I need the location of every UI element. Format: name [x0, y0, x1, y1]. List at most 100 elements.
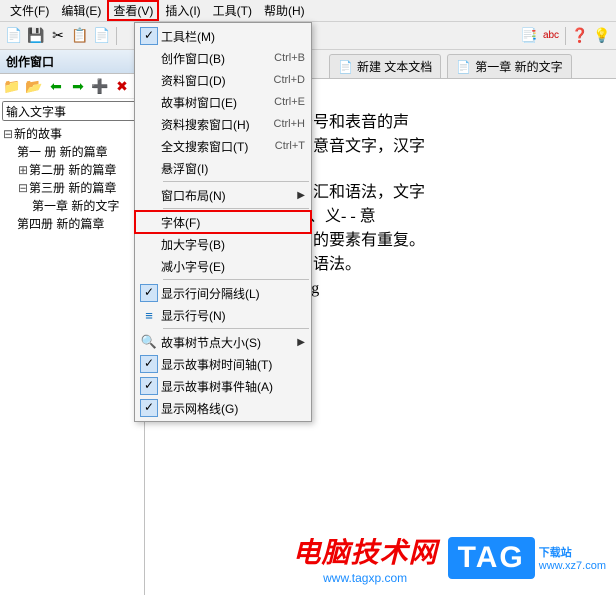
- delete-icon[interactable]: ✖: [112, 76, 132, 96]
- search-input-wrap: [2, 101, 142, 121]
- tree-node[interactable]: ⊞ 第二册 新的篇章: [2, 161, 142, 179]
- menu-label: 故事树窗口(E): [161, 94, 266, 111]
- menu-item-material-search[interactable]: 资料搜索窗口(H) Ctrl+H: [135, 113, 311, 135]
- abc-check-icon[interactable]: abc: [541, 26, 561, 46]
- story-tree: ⊟ 新的故事 第一 册 新的篇章 ⊞ 第二册 新的篇章 ⊟ 第三册 新的篇章 第…: [0, 123, 144, 235]
- menu-label: 字体(F): [161, 214, 305, 231]
- menu-separator: [163, 181, 309, 182]
- paste-icon[interactable]: 📄: [92, 26, 112, 46]
- tree-label: 新的故事: [14, 125, 62, 143]
- menu-label: 资料窗口(D): [161, 72, 266, 89]
- menu-label: 窗口布局(N): [161, 187, 293, 204]
- shortcut: Ctrl+B: [266, 52, 305, 64]
- menu-item-toolbar[interactable]: 工具栏(M): [135, 25, 311, 47]
- menu-label: 显示行号(N): [161, 307, 305, 324]
- tree-label: 第四册 新的篇章: [17, 215, 104, 233]
- view-menu-dropdown: 工具栏(M) 创作窗口(B) Ctrl+B 资料窗口(D) Ctrl+D 故事树…: [134, 22, 312, 422]
- search-input[interactable]: [2, 101, 142, 121]
- menu-insert[interactable]: 插入(I): [159, 0, 206, 21]
- menu-label: 显示故事树时间轴(T): [161, 356, 305, 373]
- menu-item-show-event-axis[interactable]: 显示故事树事件轴(A): [135, 375, 311, 397]
- watermark: 电脑技术网 www.tagxp.com TAG 下载站 www.xz7.com: [293, 531, 606, 585]
- menu-item-fulltext-search[interactable]: 全文搜索窗口(T) Ctrl+T: [135, 135, 311, 157]
- tree-node[interactable]: 第一 册 新的篇章: [2, 143, 142, 161]
- menu-file[interactable]: 文件(F): [4, 0, 55, 21]
- menu-item-show-line-no[interactable]: ≡ 显示行号(N): [135, 304, 311, 326]
- new-icon[interactable]: 📄: [4, 26, 24, 46]
- menu-item-node-size[interactable]: 🔍 故事树节点大小(S) ▶: [135, 331, 311, 353]
- tree-label: 第三册 新的篇章: [29, 179, 116, 197]
- menu-item-window-layout[interactable]: 窗口布局(N) ▶: [135, 184, 311, 206]
- brand-url: www.xz7.com: [539, 560, 606, 572]
- shortcut: Ctrl+D: [266, 74, 305, 86]
- separator: [116, 27, 117, 45]
- line-number-icon: ≡: [137, 308, 161, 323]
- forward-icon[interactable]: ➡: [68, 76, 88, 96]
- menu-tools[interactable]: 工具(T): [207, 0, 258, 21]
- folder-icon[interactable]: 📂: [24, 76, 44, 96]
- menu-item-show-separator[interactable]: 显示行间分隔线(L): [135, 282, 311, 304]
- check-icon: [137, 27, 161, 45]
- tree-root[interactable]: ⊟ 新的故事: [2, 125, 142, 143]
- menu-label: 悬浮窗(I): [161, 160, 305, 177]
- menu-label: 故事树节点大小(S): [161, 334, 293, 351]
- menu-label: 加大字号(B): [161, 236, 305, 253]
- menu-label: 资料搜索窗口(H): [161, 116, 266, 133]
- back-icon[interactable]: ⬅: [46, 76, 66, 96]
- check-icon: [137, 284, 161, 302]
- collapse-icon[interactable]: ⊟: [2, 125, 14, 143]
- menu-label: 全文搜索窗口(T): [161, 138, 267, 155]
- panel-title: 创作窗口: [0, 50, 144, 74]
- shortcut: Ctrl+T: [267, 140, 305, 152]
- cut-icon[interactable]: ✂: [48, 26, 68, 46]
- menu-item-font[interactable]: 字体(F): [135, 211, 311, 233]
- menu-item-decrease-font[interactable]: 减小字号(E): [135, 255, 311, 277]
- check-icon: [137, 355, 161, 373]
- save-icon[interactable]: 💾: [26, 26, 46, 46]
- menu-edit[interactable]: 编辑(E): [55, 0, 107, 21]
- shortcut: Ctrl+H: [266, 118, 305, 130]
- collapse-icon[interactable]: ⊟: [17, 179, 29, 197]
- tree-label: 第一 册 新的篇章: [17, 143, 108, 161]
- tree-label: 第二册 新的篇章: [29, 161, 116, 179]
- menu-item-show-timeline[interactable]: 显示故事树时间轴(T): [135, 353, 311, 375]
- tab-chapter[interactable]: 📄 第一章 新的文字: [447, 54, 571, 78]
- check-icon: [137, 399, 161, 417]
- expand-icon[interactable]: ⊞: [17, 161, 29, 179]
- tool-icon[interactable]: 📑: [519, 26, 539, 46]
- tree-node[interactable]: 第四册 新的篇章: [2, 215, 142, 233]
- tree-node[interactable]: ⊟ 第三册 新的篇章: [2, 179, 142, 197]
- brand-tagxp: 电脑技术网 www.tagxp.com: [293, 531, 438, 585]
- menu-item-increase-font[interactable]: 加大字号(B): [135, 233, 311, 255]
- brand-logo: TAG: [448, 537, 535, 579]
- tab-label: 第一章 新的文字: [475, 58, 562, 75]
- folder-new-icon[interactable]: 📁: [2, 76, 22, 96]
- separator: [565, 27, 566, 45]
- bulb-icon[interactable]: 💡: [592, 26, 612, 46]
- menubar: 文件(F) 编辑(E) 查看(V) 插入(I) 工具(T) 帮助(H): [0, 0, 616, 22]
- menu-separator: [163, 208, 309, 209]
- search-icon: 🔍: [137, 334, 161, 350]
- tree-child[interactable]: 第一章 新的文字: [2, 197, 142, 215]
- menu-item-show-grid[interactable]: 显示网格线(G): [135, 397, 311, 419]
- menu-label: 减小字号(E): [161, 258, 305, 275]
- tab-new-doc[interactable]: 📄 新建 文本文档: [329, 54, 441, 78]
- left-sidebar: 创作窗口 📁 📂 ⬅ ➡ ➕ ✖ ⊟ 新的故事 第一 册 新的篇章 ⊞ 第二册 …: [0, 50, 145, 595]
- menu-view[interactable]: 查看(V): [107, 0, 159, 21]
- tab-label: 新建 文本文档: [357, 58, 432, 75]
- tree-label: 第一章 新的文字: [32, 197, 119, 215]
- menu-separator: [163, 279, 309, 280]
- copy-icon[interactable]: 📋: [70, 26, 90, 46]
- menu-item-material-window[interactable]: 资料窗口(D) Ctrl+D: [135, 69, 311, 91]
- help-icon[interactable]: ❓: [570, 26, 590, 46]
- menu-item-creation-window[interactable]: 创作窗口(B) Ctrl+B: [135, 47, 311, 69]
- menu-item-floating-window[interactable]: 悬浮窗(I): [135, 157, 311, 179]
- menu-label: 显示行间分隔线(L): [161, 285, 305, 302]
- add-icon[interactable]: ➕: [90, 76, 110, 96]
- menu-item-story-tree-window[interactable]: 故事树窗口(E) Ctrl+E: [135, 91, 311, 113]
- menu-label: 显示故事树事件轴(A): [161, 378, 305, 395]
- menu-help[interactable]: 帮助(H): [258, 0, 311, 21]
- submenu-arrow-icon: ▶: [293, 190, 305, 201]
- doc-icon: 📄: [456, 60, 471, 74]
- submenu-arrow-icon: ▶: [293, 337, 305, 348]
